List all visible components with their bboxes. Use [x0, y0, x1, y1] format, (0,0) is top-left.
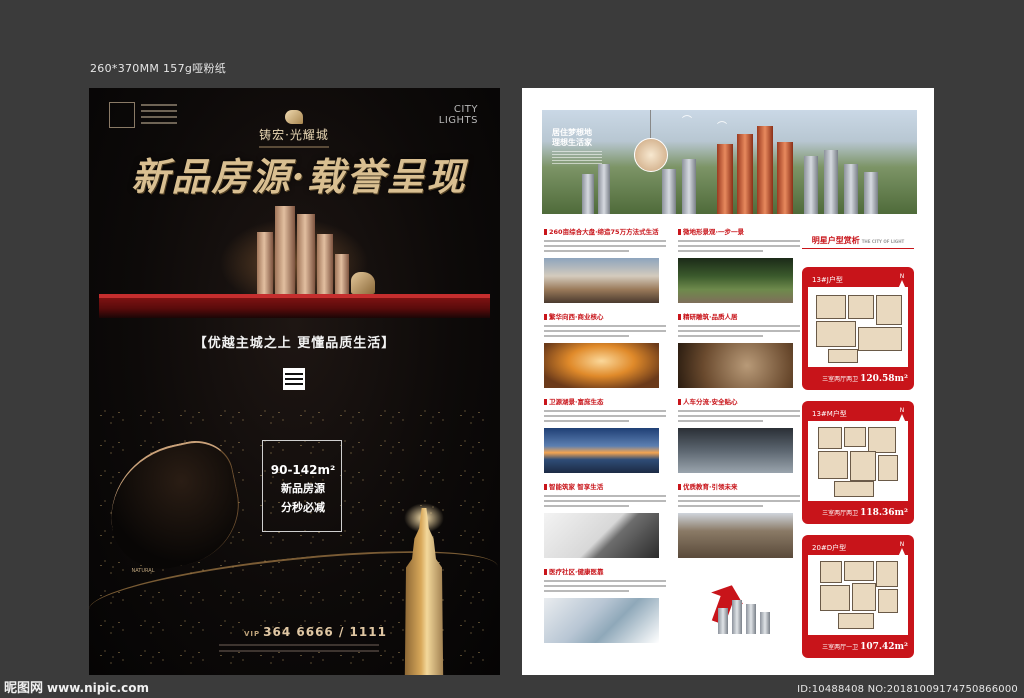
brand-logo: 铸宏·光耀城 — [239, 110, 349, 148]
hero-tagline: 居住梦想地 理想生活家 — [552, 128, 592, 147]
plans-title: 明星户型赏析 THE CITY OF LIGHT — [802, 235, 914, 249]
watermark-bar: 昵图网 www.nipic.com ID:10488408 NO:20181009… — [0, 678, 1024, 698]
horse-statue-icon — [351, 272, 375, 294]
feature-body-text — [544, 495, 666, 507]
floor-plans: 明星户型赏析 THE CITY OF LIGHT 13#J户型 N 三室两厅两卫 12… — [802, 235, 914, 658]
feature-section: 医疗社区·健康医靠 — [544, 566, 666, 643]
brand-mark-icon — [285, 110, 303, 124]
footer-lines — [219, 644, 379, 656]
feature-section: 260亩综合大盘·缔造75万方法式生活 — [544, 226, 666, 303]
feature-title: 260亩综合大盘·缔造75万方法式生活 — [544, 226, 666, 236]
slogan: 【优越主城之上 更懂品质生活】 — [193, 336, 396, 351]
growth-arrow-illustration — [678, 576, 800, 642]
plan-description: 三室两厅两卫 118.36m² — [822, 508, 908, 518]
feature-title: 卫源湖景·富庶生态 — [544, 396, 666, 406]
hero-aerial-image: 居住梦想地 理想生活家 ⌒ ⌒ — [542, 110, 917, 214]
feature-photo — [678, 428, 793, 473]
lamp-icon — [634, 138, 668, 172]
feature-photo — [678, 513, 793, 558]
feature-photo — [544, 343, 659, 388]
hotline: VIP 364 6666 / 1111 — [244, 625, 387, 639]
offer-box: 90-142m² 新品房源 分秒必减 — [262, 440, 342, 532]
floor-plan-drawing — [808, 421, 908, 501]
feature-body-text — [678, 240, 800, 252]
natural-logo: NATURAL — [131, 568, 155, 574]
feature-body-text — [544, 410, 666, 422]
floor-plan-card: 20#D户型 N 三室两厅一卫 107.42m² — [802, 535, 914, 658]
brand-name: 铸宏·光耀城 — [259, 128, 329, 142]
bird-icon: ⌒ — [717, 122, 727, 133]
header-lines — [141, 104, 177, 128]
feature-title: 医疗社区·健康医靠 — [544, 566, 666, 576]
feature-section: 微地形景观·一步一景 — [678, 226, 800, 303]
feature-section: 繁华向西·商业核心 — [544, 311, 666, 388]
feature-body-text — [544, 325, 666, 337]
feature-body-text — [678, 410, 800, 422]
feature-body-text — [544, 240, 666, 252]
hotline-number: 364 6666 / 1111 — [263, 625, 387, 639]
stage-illustration — [89, 198, 500, 318]
feature-title: 人车分流·安全贴心 — [678, 396, 800, 406]
feature-photo — [544, 428, 659, 473]
feature-photo — [678, 343, 793, 388]
feature-title: 精研雕筑·品质人居 — [678, 311, 800, 321]
feature-section: 优质教育·引领未来 — [678, 481, 800, 558]
floor-plan-card: 13#J户型 N 三室两厅两卫 120.58m² — [802, 267, 914, 390]
offer-line-2: 分秒必减 — [281, 501, 325, 514]
bird-icon: ⌒ — [682, 116, 692, 127]
feature-photo — [544, 513, 659, 558]
city-lights-logo: CITY LIGHTS — [438, 104, 478, 126]
floor-plan-card: 13#M户型 N 三室两厅两卫 118.36m² — [802, 401, 914, 524]
plan-description: 三室两厅两卫 120.58m² — [822, 374, 908, 384]
back-flyer: 居住梦想地 理想生活家 ⌒ ⌒ 260亩综合大盘·缔造75万方法式生活 繁华向西·… — [522, 88, 934, 675]
plan-name: 20#D户型 — [812, 544, 847, 552]
hotline-label: VIP — [244, 630, 261, 638]
watermark-id: ID:10488408 NO:20181009174750866000 — [797, 684, 1018, 695]
plan-description: 三室两厅一卫 107.42m² — [822, 642, 908, 652]
feature-body-text — [678, 325, 800, 337]
feature-section: 精研雕筑·品质人居 — [678, 311, 800, 388]
feature-photo — [544, 258, 659, 303]
feature-photo — [544, 598, 659, 643]
spec-text: 260*370MM 157g哑粉纸 — [90, 62, 227, 75]
logo-box — [109, 102, 135, 128]
feature-title: 微地形景观·一步一景 — [678, 226, 800, 236]
watermark-logo: 昵图网 www.nipic.com — [4, 681, 149, 696]
feature-body-text — [678, 495, 800, 507]
offer-line-1: 新品房源 — [281, 482, 325, 495]
feature-section: 人车分流·安全贴心 — [678, 396, 800, 473]
front-flyer: 铸宏·光耀城 CITY LIGHTS 新品房源·载誉呈现 【优越主城之上 更懂品… — [89, 88, 500, 675]
floor-plan-drawing — [808, 287, 908, 367]
feature-photo — [678, 258, 793, 303]
plan-name: 13#J户型 — [812, 276, 843, 284]
feature-body-text — [544, 580, 666, 592]
feature-title: 繁华向西·商业核心 — [544, 311, 666, 321]
feature-section: 卫源湖景·富庶生态 — [544, 396, 666, 473]
feature-section: 智能筑家 智享生活 — [544, 481, 666, 558]
headline: 新品房源·载誉呈现 — [131, 154, 467, 199]
plan-name: 13#M户型 — [812, 410, 847, 418]
offer-area: 90-142m² — [270, 463, 336, 477]
feature-title: 智能筑家 智享生活 — [544, 481, 666, 491]
feature-title: 优质教育·引领未来 — [678, 481, 800, 491]
floor-plan-drawing — [808, 555, 908, 635]
qr-code-icon[interactable] — [283, 368, 305, 390]
